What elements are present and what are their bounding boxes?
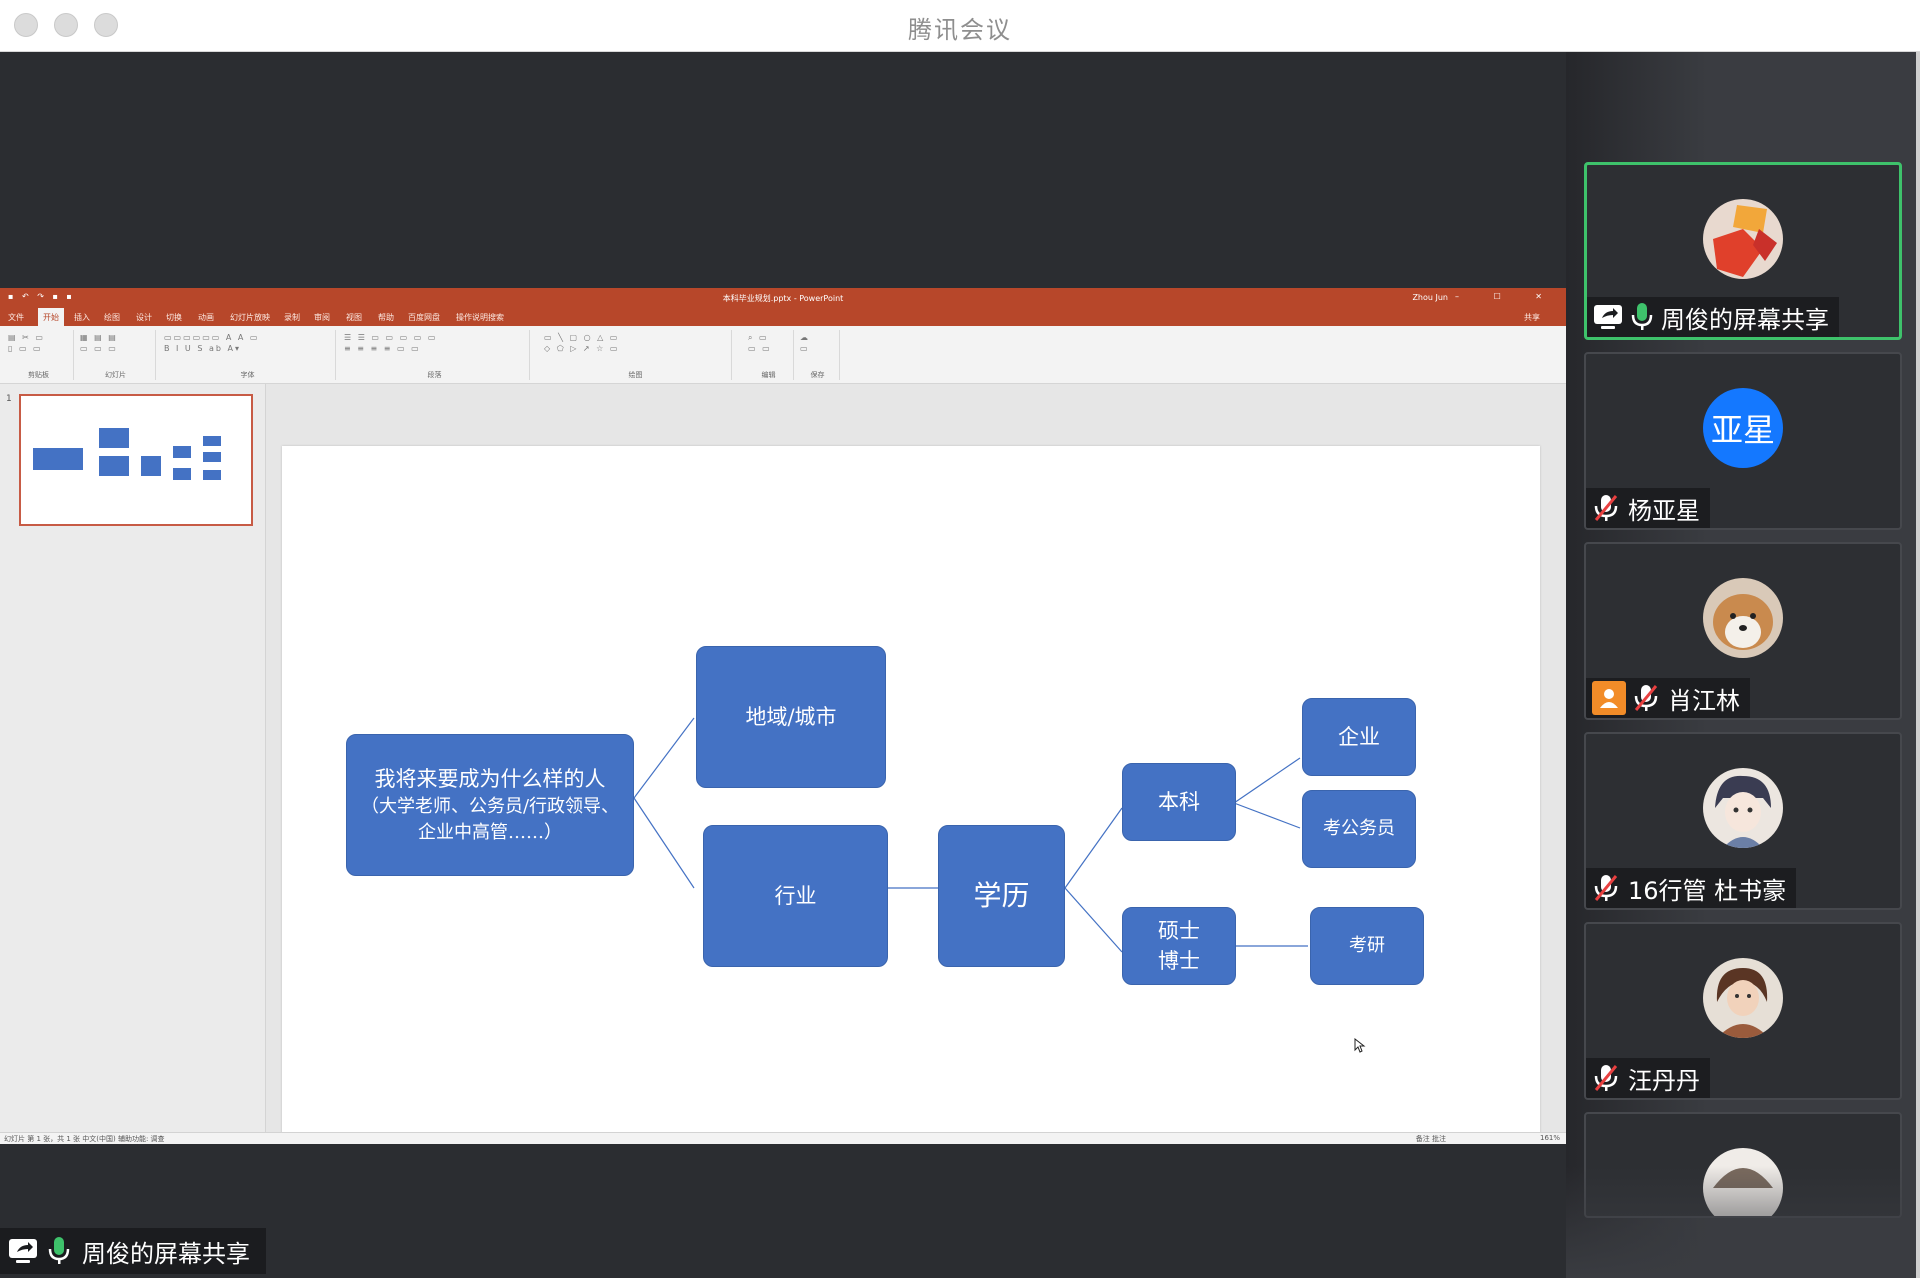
- screen-share-icon: [1594, 305, 1622, 329]
- participant-name-tag: 肖江林: [1586, 678, 1750, 718]
- participant-name-tag: 周俊的屏幕共享: [1587, 297, 1839, 337]
- slide-canvas[interactable]: 我将来要成为什么样的人 （大学老师、公务员/行政领导、企业中高管……） 地域/城…: [282, 446, 1540, 1144]
- status-left: 幻灯片 第 1 张，共 1 张 中文(中国) 辅助功能: 调查: [4, 1135, 165, 1143]
- diagram-node-industry[interactable]: 行业: [703, 825, 888, 967]
- ppt-window-controls[interactable]: – ☐ ✕: [1455, 292, 1558, 301]
- participant-name: 杨亚星: [1628, 496, 1700, 525]
- ppt-ribbon-tabs: 文件 开始 插入 绘图 设计 切换 动画 幻灯片放映 录制 审阅 视图 帮助 百…: [0, 308, 1566, 326]
- participant-tile-wangdandan[interactable]: 汪丹丹: [1584, 922, 1902, 1100]
- panel-fade-overlay: [1566, 1166, 1920, 1278]
- avatar: [1703, 578, 1783, 658]
- diagram-node-education[interactable]: 学历: [938, 825, 1065, 967]
- save-to-netdisk-icon[interactable]: ☁ ▭: [800, 332, 835, 354]
- tab-home[interactable]: 开始: [38, 308, 64, 326]
- avatar: 亚星: [1703, 388, 1783, 468]
- tell-me-search[interactable]: 操作说明搜索: [456, 312, 504, 323]
- tab-insert[interactable]: 插入: [74, 312, 90, 323]
- tab-record[interactable]: 录制: [284, 312, 300, 323]
- avatar: [1703, 958, 1783, 1038]
- ppt-status-bar: 幻灯片 第 1 张，共 1 张 中文(中国) 辅助功能: 调查 备注 批注 16…: [0, 1132, 1566, 1144]
- participant-name: 周俊的屏幕共享: [1661, 305, 1829, 334]
- diagram-node-master-phd[interactable]: 硕士 博士: [1122, 907, 1236, 985]
- mouse-cursor-icon: [1354, 1038, 1366, 1053]
- participant-tile-dushuhao[interactable]: 16行管 杜书豪: [1584, 732, 1902, 910]
- font-controls[interactable]: ▭▭▭▭▭▭ A A ▭ B I U S ab A▾: [164, 332, 331, 354]
- mic-on-icon: [1631, 303, 1653, 330]
- mic-muted-icon: [1594, 875, 1618, 901]
- participant-name-tag: 杨亚星: [1586, 488, 1710, 528]
- tab-file[interactable]: 文件: [8, 312, 24, 323]
- share-button[interactable]: 共享: [1524, 312, 1540, 323]
- thumbnail-number: 1: [6, 394, 12, 404]
- diagram-node-civil-service[interactable]: 考公务员: [1302, 790, 1416, 868]
- paragraph-controls[interactable]: ☰ ☰ ▭ ▭ ▭ ▭ ▭ ≡ ≡ ≡ ≡ ▭ ▭: [344, 332, 525, 354]
- status-notes-comments[interactable]: 备注 批注: [1416, 1134, 1446, 1144]
- ribbon-group-paragraph: ☰ ☰ ▭ ▭ ▭ ▭ ▭ ≡ ≡ ≡ ≡ ▭ ▭ 段落: [340, 330, 530, 380]
- ppt-editing-area: 1 我将来要成为什么样的人 （大学老师、公务员/行政领导、企业中高管……） 地域…: [0, 384, 1566, 1144]
- shapes-gallery[interactable]: ▭ ╲ ▢ ○ △ ▭ ◇ ⬠ ▷ ↗ ☆ ▭: [544, 332, 727, 354]
- window-title-bar: 腾讯会议: [0, 0, 1920, 52]
- tab-design[interactable]: 设计: [136, 312, 152, 323]
- tab-animations[interactable]: 动画: [198, 312, 214, 323]
- screen-share-label: 周俊的屏幕共享: [0, 1228, 266, 1274]
- screen-share-icon: [9, 1239, 37, 1263]
- participant-name-tag: 16行管 杜书豪: [1586, 868, 1797, 908]
- panel-scroll-edge[interactable]: [1916, 52, 1920, 1278]
- screen-share-label-text: 周俊的屏幕共享: [82, 1239, 250, 1268]
- avatar: [1703, 199, 1783, 279]
- ribbon-group-drawing: ▭ ╲ ▢ ○ △ ▭ ◇ ⬠ ▷ ↗ ☆ ▭ 绘图: [540, 330, 732, 380]
- mic-muted-icon: [1594, 1065, 1618, 1091]
- ribbon-group-save: ☁ ▭ 保存: [796, 330, 840, 380]
- slide-thumbnail-1[interactable]: [19, 394, 253, 526]
- diagram-node-postgrad[interactable]: 考研: [1310, 907, 1424, 985]
- diagram-node-enterprise[interactable]: 企业: [1302, 698, 1416, 776]
- goal-line-2: （大学老师、公务员/行政领导、企业中高管……）: [360, 796, 620, 843]
- goal-line-1: 我将来要成为什么样的人: [374, 767, 606, 791]
- window-title: 腾讯会议: [908, 16, 1012, 44]
- participant-tile-yangyaxing[interactable]: 亚星 杨亚星: [1584, 352, 1902, 530]
- tab-draw[interactable]: 绘图: [104, 312, 120, 323]
- ppt-user-name: Zhou Jun: [1412, 293, 1448, 302]
- new-slide-icons[interactable]: ▦ ▤ ▤ ▭ ▭ ▭: [80, 332, 151, 354]
- diagram-node-bachelor[interactable]: 本科: [1122, 763, 1236, 841]
- find-replace-icons[interactable]: ⌕ ▭ ▭ ▭: [748, 332, 789, 354]
- ribbon-group-slides: ▦ ▤ ▤ ▭ ▭ ▭ 幻灯片: [76, 330, 156, 380]
- tab-view[interactable]: 视图: [346, 312, 362, 323]
- zoom-level[interactable]: 161%: [1540, 1134, 1560, 1142]
- ppt-ribbon: ▤ ✂ ▭ ▯ ▭ ▭ 剪贴板 ▦ ▤ ▤ ▭ ▭ ▭ 幻灯片 ▭▭▭▭▭▭ A A…: [0, 326, 1566, 384]
- tab-baidu-netdisk[interactable]: 百度网盘: [408, 312, 440, 323]
- participants-panel: 周俊的屏幕共享 亚星 杨亚星 肖江林 16行管 杜书豪 汪丹丹: [1566, 52, 1920, 1278]
- powerpoint-window: ▪ ↶ ↷ ▪ ▪ 本科毕业规划.pptx - PowerPoint Zhou …: [0, 288, 1566, 1144]
- host-icon: [1592, 681, 1626, 715]
- participant-name: 肖江林: [1668, 686, 1740, 715]
- mic-muted-icon: [1634, 685, 1658, 711]
- tab-slideshow[interactable]: 幻灯片放映: [230, 312, 270, 323]
- mic-on-icon: [48, 1237, 70, 1264]
- clipboard-icons[interactable]: ▤ ✂ ▭ ▯ ▭ ▭: [8, 332, 69, 354]
- ribbon-group-font: ▭▭▭▭▭▭ A A ▭ B I U S ab A▾ 字体: [160, 330, 336, 380]
- ribbon-group-editing: ⌕ ▭ ▭ ▭ 编辑: [744, 330, 794, 380]
- participant-tile-xiaojianglin[interactable]: 肖江林: [1584, 542, 1902, 720]
- participant-name-tag: 汪丹丹: [1586, 1058, 1710, 1098]
- mic-muted-icon: [1594, 495, 1618, 521]
- tab-transitions[interactable]: 切换: [166, 312, 182, 323]
- avatar: [1703, 768, 1783, 848]
- slide-thumbnail-pane: 1: [0, 384, 266, 1132]
- shared-screen-area: ▪ ↶ ↷ ▪ ▪ 本科毕业规划.pptx - PowerPoint Zhou …: [0, 52, 1566, 1278]
- participant-tile-zhoujun[interactable]: 周俊的屏幕共享: [1584, 162, 1902, 340]
- tab-help[interactable]: 帮助: [378, 312, 394, 323]
- ppt-title-bar: ▪ ↶ ↷ ▪ ▪ 本科毕业规划.pptx - PowerPoint Zhou …: [0, 288, 1566, 308]
- diagram-node-goal[interactable]: 我将来要成为什么样的人 （大学老师、公务员/行政领导、企业中高管……）: [346, 734, 634, 876]
- tab-review[interactable]: 审阅: [314, 312, 330, 323]
- ribbon-group-clipboard: ▤ ✂ ▭ ▯ ▭ ▭ 剪贴板: [4, 330, 74, 380]
- participant-name: 汪丹丹: [1628, 1066, 1700, 1095]
- participant-name: 16行管 杜书豪: [1628, 876, 1787, 905]
- ppt-document-title: 本科毕业规划.pptx - PowerPoint: [722, 294, 844, 303]
- diagram-node-region[interactable]: 地域/城市: [696, 646, 886, 788]
